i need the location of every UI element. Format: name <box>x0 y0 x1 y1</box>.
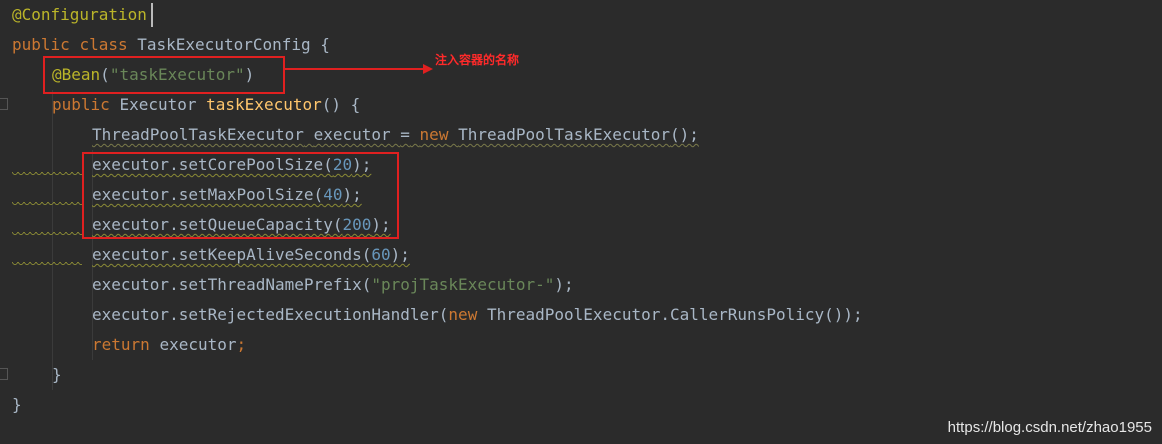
semicolon: ; <box>236 335 247 354</box>
keyword-public: public <box>12 35 70 54</box>
code-line-12[interactable]: return executor; <box>92 330 246 360</box>
fold-marker-icon[interactable] <box>0 98 8 110</box>
fold-marker-icon[interactable] <box>0 368 8 380</box>
watermark-url: https://blog.csdn.net/zhao1955 <box>947 419 1152 436</box>
callout-label: 注入容器的名称 <box>435 53 520 67</box>
code-line-1[interactable]: @Configuration <box>12 0 147 30</box>
keyword-return: return <box>92 335 150 354</box>
call-set-rejected-execution-handler: executor.setRejectedExecutionHandler( <box>92 305 449 324</box>
callout-arrow-icon <box>423 64 433 74</box>
constructor-name: ThreadPoolTaskExecutor <box>458 125 671 144</box>
keyword-class: class <box>79 35 128 54</box>
code-line-4[interactable]: public Executor taskExecutor() { <box>52 90 360 120</box>
close-brace: } <box>52 365 62 384</box>
warning-squiggle <box>12 172 82 176</box>
code-line-14[interactable]: } <box>12 390 22 420</box>
pool-config-highlight-box <box>82 152 399 239</box>
policy-constructor: ThreadPoolExecutor.CallerRunsPolicy <box>486 305 825 324</box>
method-name: taskExecutor <box>206 95 322 114</box>
statement-end: ()); <box>824 305 863 324</box>
text-caret <box>151 3 153 27</box>
open-brace: { <box>320 35 330 54</box>
code-line-5[interactable]: ThreadPoolTaskExecutor executor = new Th… <box>92 120 699 150</box>
indent-guide <box>52 90 53 390</box>
warning-squiggle <box>12 232 82 236</box>
keyword-new: new <box>419 125 449 144</box>
keep-alive-seconds-value: 60 <box>371 245 391 264</box>
method-params: () { <box>321 95 361 114</box>
code-editor[interactable]: @Configuration public class TaskExecutor… <box>0 0 1162 444</box>
callout-arrow-line <box>285 68 425 70</box>
thread-name-prefix-string: "projTaskExecutor-" <box>371 275 555 294</box>
keyword-public: public <box>52 95 110 114</box>
warning-squiggle <box>12 262 82 266</box>
call-set-thread-name-prefix: executor.setThreadNamePrefix( <box>92 275 372 294</box>
close-brace: } <box>12 395 22 414</box>
return-variable: executor <box>159 335 237 354</box>
keyword-new: new <box>448 305 478 324</box>
variable-type: ThreadPoolTaskExecutor <box>92 125 304 144</box>
variable-name: executor <box>313 125 391 144</box>
assign-operator: = <box>400 125 410 144</box>
bean-highlight-box <box>43 56 285 94</box>
code-line-9[interactable]: executor.setKeepAliveSeconds(60); <box>92 240 410 270</box>
statement-end: (); <box>670 125 699 144</box>
code-line-11[interactable]: executor.setRejectedExecutionHandler(new… <box>92 300 863 330</box>
statement-end: ); <box>390 245 410 264</box>
class-name: TaskExecutorConfig <box>137 35 311 54</box>
code-line-10[interactable]: executor.setThreadNamePrefix("projTaskEx… <box>92 270 574 300</box>
warning-squiggle <box>12 202 82 206</box>
call-set-keep-alive-seconds: executor.setKeepAliveSeconds( <box>92 245 372 264</box>
statement-end: ); <box>554 275 574 294</box>
return-type: Executor <box>119 95 197 114</box>
annotation-configuration: @Configuration <box>12 5 147 24</box>
code-line-13[interactable]: } <box>52 360 62 390</box>
